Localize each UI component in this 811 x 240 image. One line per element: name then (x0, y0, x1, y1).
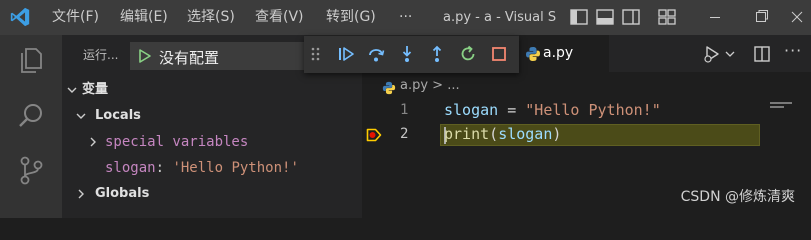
drag-handle-icon[interactable] (310, 44, 322, 64)
code-line-1[interactable]: 1 slogan = "Hello Python!" (362, 100, 811, 124)
explorer-icon[interactable] (14, 43, 48, 77)
activity-bar (0, 35, 62, 218)
line-number: 1 (400, 102, 409, 118)
close-window-icon[interactable] (784, 0, 811, 35)
customize-layout-icon[interactable] (656, 6, 678, 28)
special-variables-node[interactable]: special variables (62, 129, 362, 155)
globals-label: Globals (95, 186, 150, 201)
menu-selection[interactable]: 选择(S) (187, 0, 235, 35)
continue-icon[interactable] (336, 44, 356, 64)
breakpoint-current-arrow-icon[interactable] (366, 128, 382, 142)
python-file-icon (382, 81, 396, 95)
minimize-icon[interactable] (692, 0, 738, 35)
stop-icon[interactable] (489, 44, 509, 64)
chevron-down-icon (76, 113, 86, 119)
vscode-logo-icon[interactable] (9, 6, 31, 28)
code-line-2-current[interactable]: 2 print(slogan) (362, 124, 811, 148)
variable-value: 'Hello Python!' (172, 160, 299, 176)
step-into-icon[interactable] (397, 44, 417, 64)
breadcrumb[interactable]: a.py > ... (400, 78, 460, 93)
editor-area[interactable]: a.py > ... 1 slogan = "Hello Python!" 2 … (362, 72, 811, 218)
menu-edit[interactable]: 编辑(E) (120, 0, 168, 35)
chevron-right-icon (90, 137, 96, 147)
title-bar: 文件(F) 编辑(E) 选择(S) 查看(V) 转到(G) ··· a.py -… (0, 0, 811, 35)
restore-icon[interactable] (738, 0, 784, 35)
token-variable: slogan (444, 101, 499, 119)
token-string: "Hello Python!" (525, 101, 661, 119)
vertical-scrollbar[interactable] (797, 72, 811, 218)
chevron-right-icon (78, 189, 84, 199)
source-control-icon[interactable] (14, 153, 48, 187)
restart-icon[interactable] (458, 44, 478, 64)
start-debugging-icon[interactable] (137, 48, 153, 64)
split-editor-icon[interactable] (752, 44, 772, 64)
code-text: print(slogan) (444, 125, 561, 143)
debug-run-icon[interactable] (702, 44, 722, 64)
breadcrumb-more[interactable]: > ... (428, 78, 459, 93)
line-number: 2 (400, 126, 409, 142)
tab-label: a.py (543, 45, 574, 61)
minimap-line (770, 106, 784, 108)
toggle-panel-icon[interactable] (594, 6, 616, 28)
run-view-title: 运行... (83, 48, 119, 62)
chevron-down-icon[interactable] (724, 44, 736, 64)
variable-separator: : (155, 160, 173, 176)
variables-header: 变量 (82, 82, 109, 97)
step-out-icon[interactable] (427, 44, 447, 64)
watermark: CSDN @修炼清爽 (680, 189, 795, 205)
debug-toolbar (304, 36, 519, 73)
menu-go[interactable]: 转到(G) (326, 0, 376, 35)
token-function: print (444, 125, 490, 143)
search-icon[interactable] (14, 99, 48, 133)
variables-section-header[interactable]: 变量 (62, 77, 362, 103)
menu-more[interactable]: ··· (399, 0, 412, 35)
locals-label: Locals (95, 108, 141, 123)
toggle-secondary-sidebar-icon[interactable] (620, 6, 642, 28)
breadcrumb-file[interactable]: a.py (400, 78, 428, 93)
variable-slogan[interactable]: slogan: 'Hello Python!' (62, 155, 362, 181)
globals-scope[interactable]: Globals (62, 181, 362, 207)
more-actions-icon[interactable]: ··· (784, 41, 802, 60)
locals-scope[interactable]: Locals (62, 103, 362, 129)
tab-a-py[interactable]: a.py (519, 35, 609, 72)
debug-config-label: 没有配置 (159, 49, 220, 67)
code-text: slogan = "Hello Python!" (444, 101, 661, 119)
token-paren-open: ( (489, 125, 499, 143)
toggle-sidebar-icon[interactable] (568, 6, 590, 28)
chevron-down-icon (67, 87, 77, 93)
token-operator: = (498, 101, 526, 119)
step-over-icon[interactable] (366, 44, 386, 64)
minimap-line (770, 102, 792, 104)
special-variables-label: special variables (105, 134, 249, 150)
menu-file[interactable]: 文件(F) (52, 0, 99, 35)
token-argument: slogan (498, 125, 553, 143)
variable-name: slogan (105, 160, 156, 176)
python-file-icon (526, 47, 540, 61)
menu-view[interactable]: 查看(V) (255, 0, 304, 35)
token-paren-close: ) (552, 125, 562, 143)
variable-entry: slogan: 'Hello Python!' (105, 155, 299, 181)
